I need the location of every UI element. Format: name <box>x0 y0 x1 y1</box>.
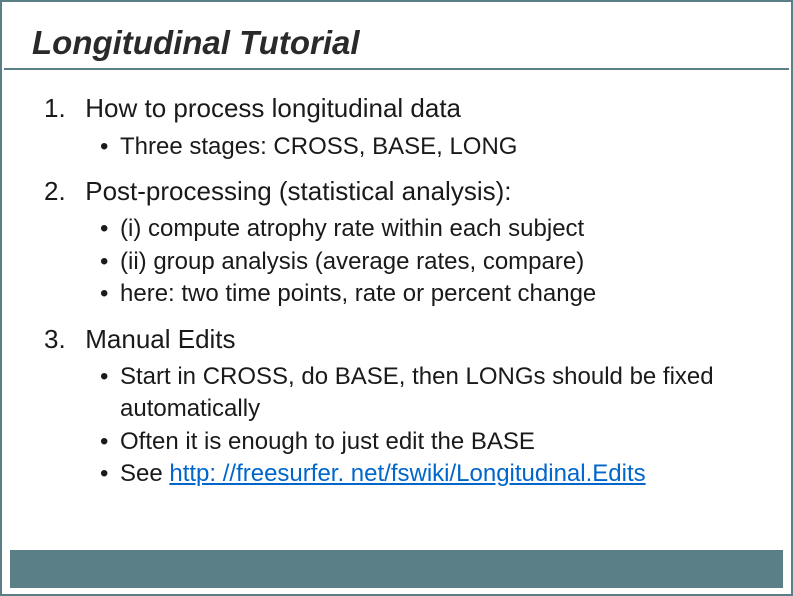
slide-content: How to process longitudinal data Three s… <box>2 70 791 491</box>
list-item-3-heading: Manual Edits <box>85 324 235 354</box>
sub-item: (i) compute atrophy rate within each sub… <box>100 213 761 245</box>
sub-item-text: Start in CROSS, do BASE, then LONGs shou… <box>120 363 714 422</box>
sub-item-text: Often it is enough to just edit the BASE <box>120 428 535 455</box>
numbered-list: How to process longitudinal data Three s… <box>44 92 761 491</box>
sub-item-text: Three stages: CROSS, BASE, LONG <box>120 133 517 160</box>
sub-item-prefix: See <box>120 460 169 487</box>
sub-item-text: (ii) group analysis (average rates, comp… <box>120 248 584 275</box>
footer-bar <box>10 550 783 588</box>
sub-item: Three stages: CROSS, BASE, LONG <box>100 131 761 163</box>
sub-item: here: two time points, rate or percent c… <box>100 278 761 310</box>
freesurfer-link[interactable]: http: //freesurfer. net/fswiki/Longitudi… <box>169 460 645 487</box>
list-item-2: Post-processing (statistical analysis): … <box>44 175 761 311</box>
sub-item-text: (i) compute atrophy rate within each sub… <box>120 215 584 242</box>
sub-item: Start in CROSS, do BASE, then LONGs shou… <box>100 361 761 426</box>
list-item-1-heading: How to process longitudinal data <box>85 93 461 123</box>
sub-item: (ii) group analysis (average rates, comp… <box>100 246 761 278</box>
list-item-1: How to process longitudinal data Three s… <box>44 92 761 163</box>
list-item-3: Manual Edits Start in CROSS, do BASE, th… <box>44 323 761 491</box>
slide-title: Longitudinal Tutorial <box>4 2 789 70</box>
sub-list-2: (i) compute atrophy rate within each sub… <box>100 213 761 310</box>
sub-item: Often it is enough to just edit the BASE <box>100 426 761 458</box>
sub-item-text: here: two time points, rate or percent c… <box>120 280 596 307</box>
slide-container: Longitudinal Tutorial How to process lon… <box>0 0 793 596</box>
list-item-2-heading: Post-processing (statistical analysis): <box>85 176 511 206</box>
sub-list-3: Start in CROSS, do BASE, then LONGs shou… <box>100 361 761 491</box>
sub-list-1: Three stages: CROSS, BASE, LONG <box>100 131 761 163</box>
sub-item: See http: //freesurfer. net/fswiki/Longi… <box>100 458 761 490</box>
